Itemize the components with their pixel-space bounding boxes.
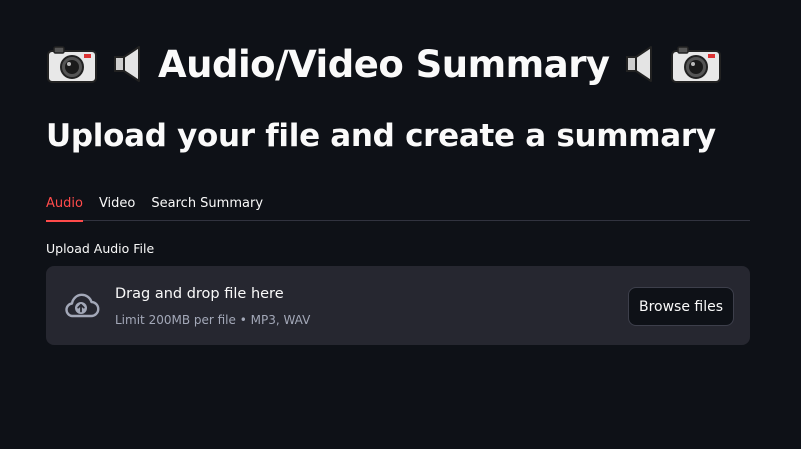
tab-bar: Audio Video Search Summary (46, 188, 750, 222)
camera-icon (46, 44, 98, 84)
tab-search-summary[interactable]: Search Summary (151, 188, 263, 221)
speaker-icon (624, 44, 656, 84)
dropzone-instructions: Drag and drop file here (115, 286, 284, 302)
app-page: Audio/Video Summary Upload your file and… (0, 0, 801, 449)
page-subtitle: Upload your file and create a summary (46, 118, 716, 154)
camera-icon (670, 44, 722, 84)
file-limit-text: Limit 200MB per file • MP3, WAV (115, 313, 311, 327)
tab-video[interactable]: Video (99, 188, 135, 221)
cloud-upload-icon (62, 290, 100, 320)
app-title: Audio/Video Summary (46, 36, 722, 92)
upload-label: Upload Audio File (46, 241, 155, 256)
app-title-text: Audio/Video Summary (158, 42, 610, 86)
browse-files-button[interactable]: Browse files (628, 287, 734, 326)
tab-audio[interactable]: Audio (46, 188, 83, 222)
speaker-icon (112, 44, 144, 84)
file-dropzone[interactable]: Drag and drop file here Limit 200MB per … (46, 266, 750, 345)
